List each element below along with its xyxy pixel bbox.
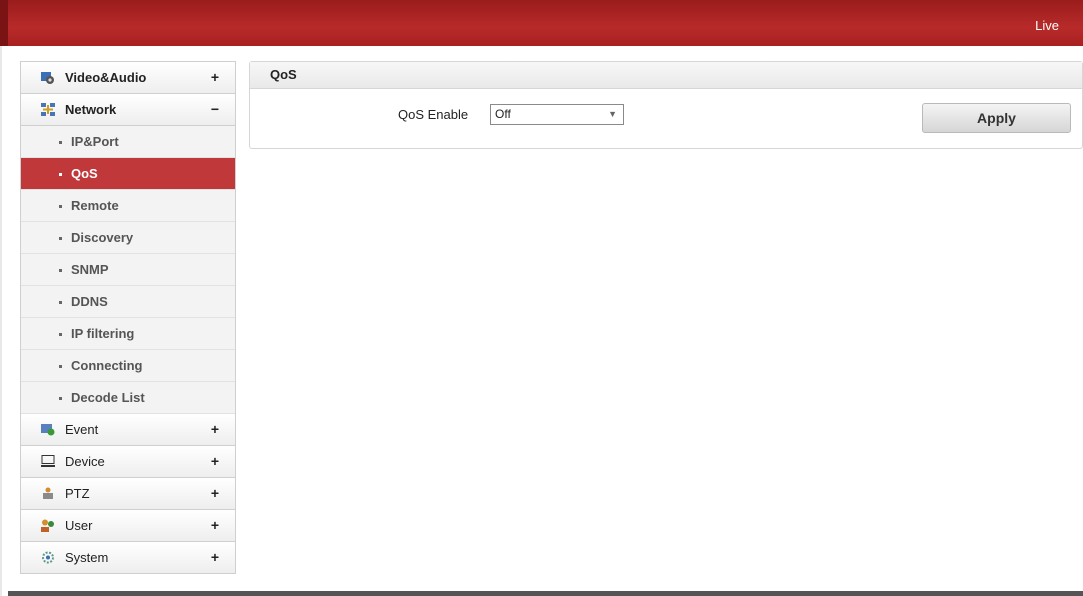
network-icon (41, 103, 55, 116)
ptz-icon (43, 487, 53, 499)
subitem-label: Remote (71, 198, 119, 213)
sidebar-item-label: Event (65, 422, 99, 437)
sidebar-item-label: Video&Audio (65, 70, 147, 85)
sidebar-item-label: PTZ (65, 486, 90, 501)
qos-enable-select[interactable]: Off ▼ (490, 104, 624, 125)
subitem-label: Decode List (71, 390, 145, 405)
bullet-icon (59, 205, 62, 208)
expand-icon[interactable]: + (211, 446, 219, 477)
subitem-label: DDNS (71, 294, 108, 309)
bullet-icon (59, 397, 62, 400)
subitem-label: Discovery (71, 230, 134, 245)
bullet-icon (59, 173, 62, 176)
sidebar-item-label: User (65, 518, 93, 533)
bullet-icon (59, 333, 62, 336)
sidebar-subitem-snmp[interactable]: SNMP (21, 254, 235, 286)
apply-button[interactable]: Apply (922, 103, 1071, 133)
subitem-label: IP&Port (71, 134, 119, 149)
users-icon (41, 519, 54, 532)
sidebar-item-user[interactable]: User + (21, 510, 235, 542)
sidebar-item-device[interactable]: Device + (21, 446, 235, 478)
sidebar-item-system[interactable]: System + (21, 542, 235, 574)
qos-panel: QoS QoS Enable Off ▼ Apply (249, 61, 1083, 149)
sidebar-item-video-audio[interactable]: Video&Audio + (21, 62, 235, 94)
expand-icon[interactable]: + (211, 62, 219, 93)
sidebar-subitem-decode-list[interactable]: Decode List (21, 382, 235, 414)
subitem-label: Connecting (71, 358, 143, 373)
sidebar-subitem-ip-port[interactable]: IP&Port (21, 126, 235, 158)
sidebar-item-label: Device (65, 454, 105, 469)
sidebar-item-ptz[interactable]: PTZ + (21, 478, 235, 510)
qos-enable-label: QoS Enable (398, 107, 469, 122)
sidebar-subitem-remote[interactable]: Remote (21, 190, 235, 222)
bullet-icon (59, 141, 62, 144)
top-header-bar: Live (0, 0, 1083, 46)
expand-icon[interactable]: + (211, 414, 219, 445)
bullet-icon (59, 269, 62, 272)
sidebar-subitem-ddns[interactable]: DDNS (21, 286, 235, 318)
collapse-icon[interactable]: − (211, 94, 219, 125)
event-icon (41, 424, 55, 436)
sidebar-item-label: System (65, 550, 109, 565)
sidebar-subitem-ip-filtering[interactable]: IP filtering (21, 318, 235, 350)
settings-sidebar: Video&Audio + Network − IP&Port QoS Remo… (20, 61, 236, 574)
panel-title: QoS (250, 62, 1082, 89)
sidebar-subitem-discovery[interactable]: Discovery (21, 222, 235, 254)
sidebar-item-label: Network (65, 102, 117, 117)
sidebar-item-event[interactable]: Event + (21, 414, 235, 446)
sidebar-subitem-qos[interactable]: QoS (21, 158, 235, 190)
header-left-edge (0, 0, 8, 46)
bullet-icon (59, 237, 62, 240)
sidebar-subitem-connecting[interactable]: Connecting (21, 350, 235, 382)
qos-enable-value: Off (495, 107, 511, 121)
system-gear-icon (42, 551, 54, 564)
dropdown-arrow-icon: ▼ (608, 109, 617, 119)
sidebar-item-network[interactable]: Network − (21, 94, 235, 126)
bullet-icon (59, 301, 62, 304)
video-audio-icon (41, 72, 54, 84)
subitem-label: IP filtering (71, 326, 135, 341)
expand-icon[interactable]: + (211, 542, 219, 573)
bottom-bar (8, 591, 1083, 596)
live-link[interactable]: Live (1035, 18, 1059, 33)
subitem-label: SNMP (71, 262, 109, 277)
monitor-icon (41, 455, 55, 467)
expand-icon[interactable]: + (211, 510, 219, 541)
expand-icon[interactable]: + (211, 478, 219, 509)
left-border (0, 46, 2, 596)
bullet-icon (59, 365, 62, 368)
subitem-label: QoS (71, 166, 98, 181)
